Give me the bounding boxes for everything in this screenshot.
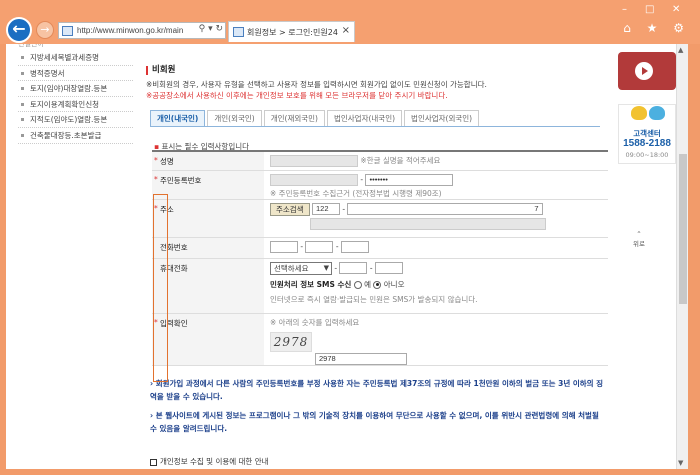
address-bar[interactable]: http://www.minwon.go.kr/main ⚲ ▾ ↻ xyxy=(58,22,226,39)
notice-text: 회원가입 과정에서 다른 사람의 주민등록번호를 부정 사용한 자는 주민등록법… xyxy=(150,379,604,401)
sms-note: 인터넷으로 즉시 열람·발급되는 민원은 SMS가 발송되지 않습니다. xyxy=(270,294,478,304)
captcha-image: 2978 xyxy=(270,331,312,352)
chevron-down-icon: ▼ xyxy=(323,263,329,272)
up-arrow-icon: ⌃ xyxy=(636,230,642,238)
address-tail-text: 7 xyxy=(534,204,539,213)
required-star-icon: * xyxy=(154,156,158,165)
name-hint: ※한글 실명을 적어주세요 xyxy=(360,156,441,165)
to-top-label: 위로 xyxy=(633,240,645,248)
notice-rrn-misuse: › 회원가입 과정에서 다른 사람의 주민등록번호를 부정 사용한 자는 주민등… xyxy=(150,377,605,403)
phone-part1-input[interactable] xyxy=(270,240,298,253)
phone-label: 전화번호 xyxy=(152,237,264,259)
nonmember-form: * 성명 ※한글 실명을 적어주세요 * 주민등록번호 - ••••••• ※ 주민… xyxy=(152,150,608,366)
address-detail-input[interactable] xyxy=(310,217,546,230)
home-star-gear-icons[interactable]: ⌂ ★ ⚙ xyxy=(623,21,690,35)
captcha-label: * 입력확인 xyxy=(152,313,264,366)
section-title: 비회원 xyxy=(146,66,175,75)
highlight-box xyxy=(153,194,168,382)
sms-no-radio[interactable] xyxy=(373,280,382,289)
privacy-guide-text: 개인정보 수집 및 이용에 대한 안내 xyxy=(160,457,269,466)
notice-text: 본 웹사이트에 게시된 정보는 프로그램이나 그 밖의 기술적 장치를 이용하여… xyxy=(150,411,599,433)
phone-part2-input[interactable] xyxy=(305,240,334,253)
rrn-label: * 주민등록번호 xyxy=(152,170,264,200)
sms-no-label: 아니오 xyxy=(383,279,405,289)
tab-domestic-corporate[interactable]: 법인사업자(내국인) xyxy=(326,110,403,126)
browser-window: – □ ✕ ← → http://www.minwon.go.kr/main ⚲… xyxy=(0,0,700,475)
callcenter-number: 1588-2188 xyxy=(623,138,671,149)
minimize-button[interactable]: – xyxy=(622,4,627,15)
left-menu: 건설면허 지방세세목별과세증명 병적증명서 토지(임야)대장열람.등본 토지이용… xyxy=(18,44,133,144)
tab-underline xyxy=(150,126,600,127)
rrn-second-input[interactable]: ••••••• xyxy=(365,173,454,186)
title-bar: – □ ✕ ← → http://www.minwon.go.kr/main ⚲… xyxy=(0,0,700,44)
left-menu-item[interactable]: 토지이용계획확인신청 xyxy=(18,97,133,113)
captcha-input[interactable]: 2978 xyxy=(315,352,407,365)
sms-yes-radio[interactable] xyxy=(353,280,362,289)
mobile-part2-input[interactable] xyxy=(339,262,368,274)
tab-domestic-individual[interactable]: 개인(내국인) xyxy=(150,110,206,126)
tab-foreign-corporate[interactable]: 법인사업자(외국인) xyxy=(404,110,480,126)
tab-close-icon[interactable]: × xyxy=(342,25,350,36)
sms-label: 민원처리 정보 SMS 수신 xyxy=(270,279,352,289)
tab-overseas-individual[interactable]: 개인(재외국민) xyxy=(263,110,325,126)
mobile-label: 휴대전화 xyxy=(152,258,264,314)
warning-text: ※공공장소에서 사용하신 이후에는 개인정보 보호를 위해 모든 브라우저를 닫… xyxy=(146,91,448,100)
left-menu-item[interactable]: 건축물대장등.초본발급 xyxy=(18,128,133,144)
search-refresh-icons[interactable]: ⚲ ▾ ↻ xyxy=(199,24,223,34)
page-viewport: 건설면허 지방세세목별과세증명 병적증명서 토지(임야)대장열람.등본 토지이용… xyxy=(6,44,688,469)
rrn-note: ※ 주민등록번호 수집근거 (전자정부법 시행령 제90조) xyxy=(270,188,442,198)
phone-part3-input[interactable] xyxy=(340,240,369,253)
scroll-up-icon[interactable]: ▲ xyxy=(678,46,683,54)
left-menu-item[interactable]: 지방세세목별과세증명 xyxy=(18,50,133,66)
info-text: ※비회원의 경우, 사용자 유형을 선택하고 사용자 정보를 입력하시면 회원가… xyxy=(146,80,487,89)
video-banner[interactable] xyxy=(618,52,676,90)
tab-foreign-individual[interactable]: 개인(외국인) xyxy=(207,110,262,126)
mascot-icon xyxy=(629,106,667,120)
back-arrow-icon[interactable]: ← xyxy=(6,17,32,43)
rrn-first-input[interactable] xyxy=(270,173,358,186)
play-icon xyxy=(635,62,653,80)
scroll-down-icon[interactable]: ▼ xyxy=(678,459,683,467)
expand-box-icon xyxy=(150,458,157,466)
maximize-button[interactable]: □ xyxy=(645,4,654,15)
address-label: * 주소 xyxy=(152,199,264,238)
rrn-label-text: 주민등록번호 xyxy=(160,175,202,185)
user-type-tabs: 개인(내국인) 개인(외국인) 개인(재외국민) 법인사업자(내국인) 법인사업… xyxy=(150,110,481,126)
left-menu-item[interactable]: 토지(임야)대장열람.등본 xyxy=(18,81,133,97)
close-window-button[interactable]: ✕ xyxy=(672,4,680,15)
vertical-scrollbar[interactable]: ▲ ▼ xyxy=(676,44,688,469)
name-input[interactable] xyxy=(270,155,358,167)
sms-yes-label: 예 xyxy=(364,279,371,289)
left-menu-item[interactable]: 병적증명서 xyxy=(18,66,133,82)
mobile-carrier-select[interactable]: 선택하세요 ▼ xyxy=(270,261,332,275)
address-search-button[interactable]: 주소검색 xyxy=(270,202,310,216)
left-menu-item[interactable]: 지적도(임야도)열람.등본 xyxy=(18,112,133,128)
mobile-carrier-value: 선택하세요 xyxy=(274,263,309,273)
callcenter-hours: 09:00~18:00 xyxy=(625,151,669,159)
name-label: * 성명 xyxy=(152,151,264,171)
site-favicon-icon xyxy=(62,26,73,36)
zip-first-input[interactable]: 122 xyxy=(312,203,340,215)
to-top-button[interactable]: ⌃ 위로 xyxy=(633,230,645,248)
scrollbar-thumb[interactable] xyxy=(679,154,687,304)
callcenter-box: 고객센터 1588-2188 09:00~18:00 xyxy=(618,104,676,164)
captcha-hint: ※ 아래의 숫자를 입력하세요 xyxy=(270,317,360,327)
forward-arrow-icon[interactable]: → xyxy=(36,21,54,39)
address-text[interactable]: http://www.minwon.go.kr/main xyxy=(77,26,192,35)
address-road-input[interactable]: 7 xyxy=(347,203,544,215)
mobile-part3-input[interactable] xyxy=(374,262,403,274)
tab-favicon-icon xyxy=(233,27,244,37)
tab-title: 회원정보 > 로그인:민원24 xyxy=(247,28,338,37)
notice-content-use: › 본 웹사이트에 게시된 정보는 프로그램이나 그 밖의 기술적 장치를 이용… xyxy=(150,409,605,435)
name-label-text: 성명 xyxy=(160,157,174,166)
browser-tab[interactable]: 회원정보 > 로그인:민원24 × xyxy=(228,21,355,42)
privacy-guide-link[interactable]: 개인정보 수집 및 이용에 대한 안내 xyxy=(150,456,269,467)
required-star-icon: * xyxy=(154,174,158,184)
